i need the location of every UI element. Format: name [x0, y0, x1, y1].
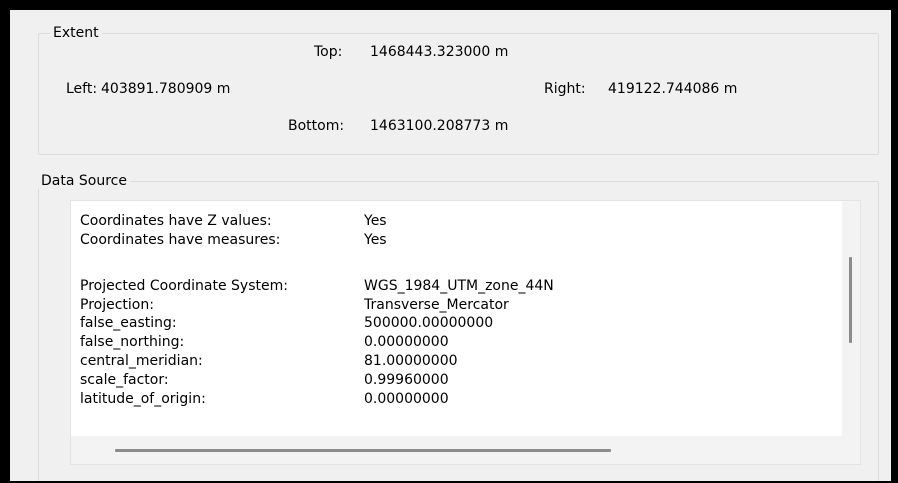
extent-bottom-value: 1463100.208773 m [370, 118, 509, 134]
vertical-scrollbar[interactable] [842, 201, 860, 436]
property-value: 81.00000000 [364, 353, 458, 369]
property-value: 500000.00000000 [364, 315, 494, 331]
extent-right-label: Right: [544, 81, 586, 97]
horizontal-scroll-thumb[interactable] [115, 449, 611, 452]
property-key: Coordinates have Z values: [80, 213, 272, 229]
property-value: 0.00000000 [364, 391, 449, 407]
property-value: 0.99960000 [364, 372, 449, 388]
vertical-scroll-thumb[interactable] [849, 257, 852, 343]
extent-right-value: 419122.744086 m [608, 81, 738, 97]
property-key: scale_factor: [80, 372, 169, 388]
property-key: Coordinates have measures: [80, 232, 281, 248]
extent-top-label: Top: [314, 44, 343, 60]
property-key: central_meridian: [80, 353, 203, 369]
property-key: Projection: [80, 297, 154, 313]
property-value: Yes [364, 232, 387, 248]
scrollbar-corner [842, 436, 860, 464]
property-key: false_easting: [80, 315, 177, 331]
property-key: false_northing: [80, 334, 185, 350]
property-key: Projected Coordinate System: [80, 278, 288, 294]
extent-top-value: 1468443.323000 m [370, 44, 509, 60]
horizontal-scrollbar[interactable] [71, 436, 842, 464]
data-source-details[interactable]: Coordinates have Z values: Yes Coordinat… [70, 200, 861, 465]
extent-left-value: 403891.780909 m [101, 81, 231, 97]
properties-panel: Extent Top: 1468443.323000 m Left: 40389… [10, 10, 891, 481]
property-key: latitude_of_origin: [80, 391, 206, 407]
extent-bottom-label: Bottom: [288, 118, 345, 134]
property-value: Yes [364, 213, 387, 229]
data-source-legend: Data Source [38, 173, 130, 189]
extent-legend: Extent [50, 25, 102, 41]
property-value: Transverse_Mercator [364, 297, 509, 313]
property-value: 0.00000000 [364, 334, 449, 350]
property-value: WGS_1984_UTM_zone_44N [364, 278, 554, 294]
extent-left-label: Left: [66, 81, 98, 97]
